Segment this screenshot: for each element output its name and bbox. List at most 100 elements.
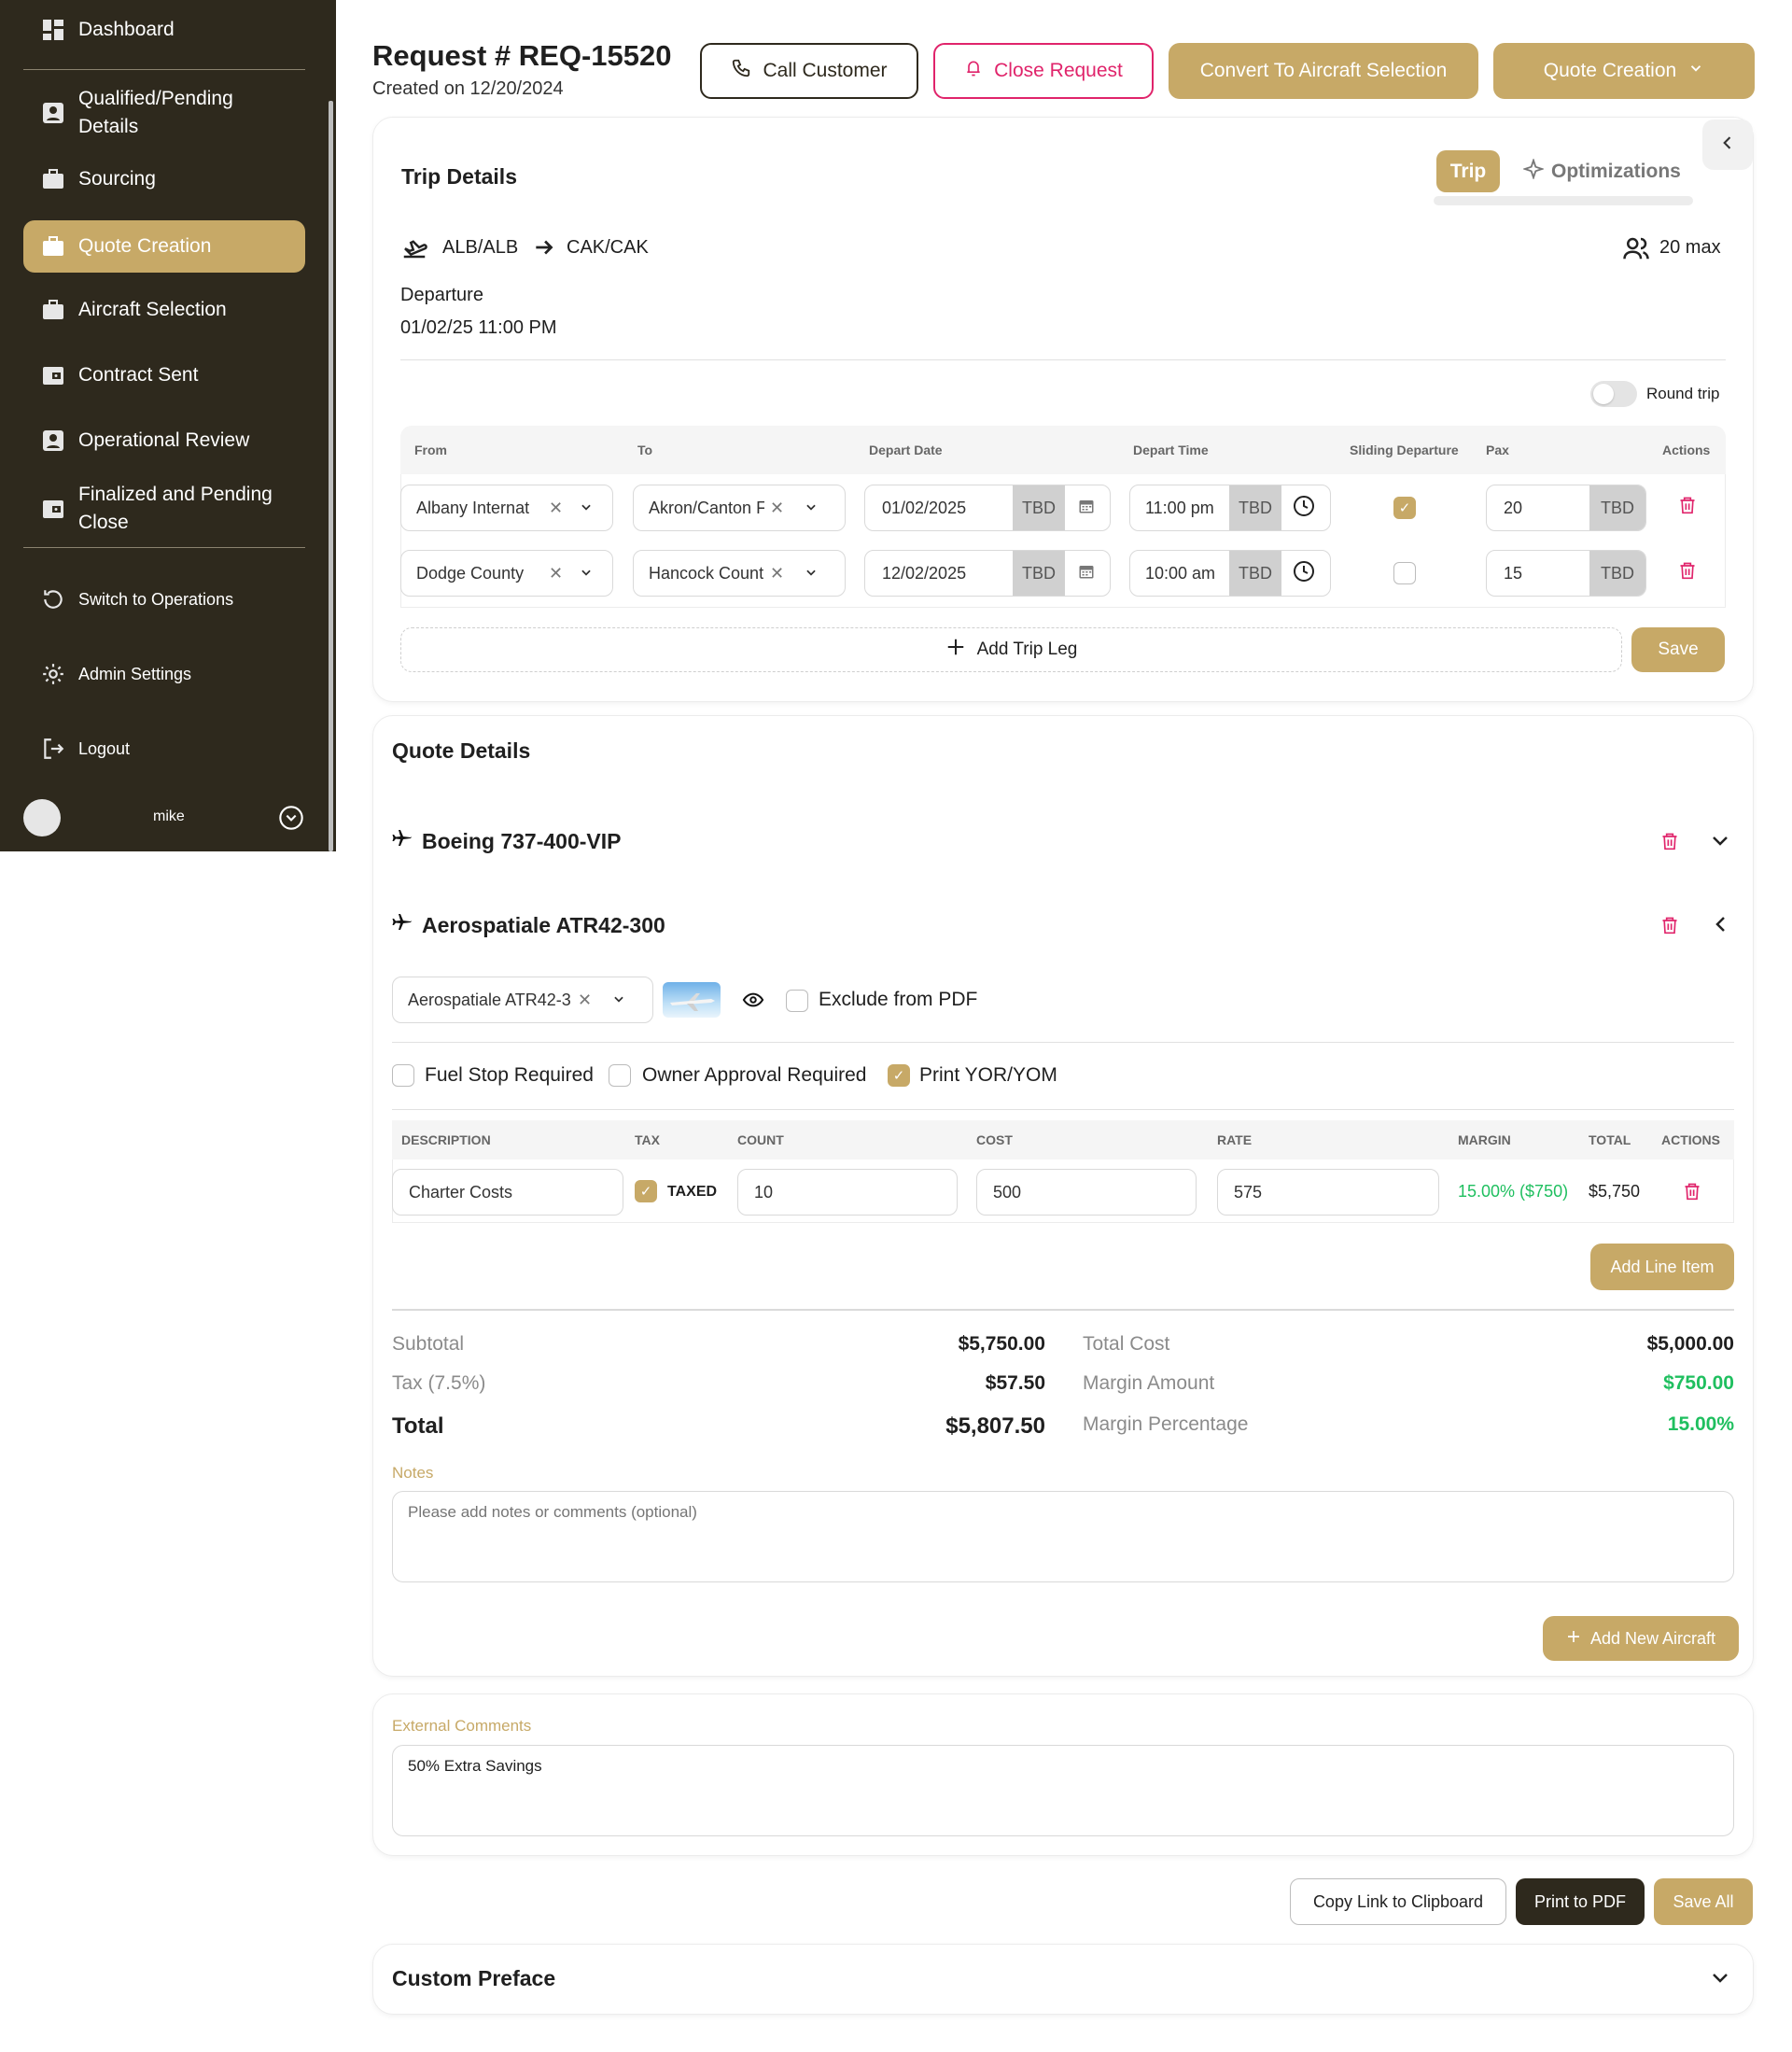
notes-textarea[interactable] (392, 1491, 1734, 1582)
aircraft-title[interactable]: Boeing 737-400-VIP (422, 829, 621, 854)
aircraft-select[interactable]: Aerospatiale ATR42-3 ✕ (392, 977, 653, 1023)
avatar[interactable] (23, 799, 61, 836)
logout-icon (41, 737, 65, 761)
sidebar-item-finalized[interactable]: Finalized and Pending Close (23, 480, 305, 538)
round-trip-label: Round trip (1646, 385, 1720, 402)
fuel-stop-checkbox[interactable] (392, 1064, 414, 1087)
tbd-button[interactable]: TBD (1589, 551, 1645, 596)
column-header: RATE (1217, 1132, 1253, 1147)
leg-pax-input[interactable]: 20 TBD (1486, 485, 1646, 531)
clock-icon[interactable] (1293, 495, 1315, 522)
switch-operations-button[interactable]: Switch to Operations (23, 583, 305, 616)
tbd-button[interactable]: TBD (1229, 551, 1281, 596)
chevron-down-icon[interactable] (1709, 829, 1731, 856)
add-trip-leg-button[interactable]: Add Trip Leg (400, 627, 1622, 672)
round-trip-toggle[interactable] (1590, 381, 1637, 407)
external-comments-textarea[interactable]: 50% Extra Savings (392, 1745, 1734, 1836)
leg-date-input[interactable]: 12/02/2025 TBD (864, 550, 1111, 597)
refresh-icon (41, 587, 65, 611)
leg-to-select[interactable]: Hancock Count ✕ (633, 550, 846, 597)
exclude-pdf-checkbox[interactable] (786, 990, 808, 1012)
total-cost-label: Total Cost (1083, 1333, 1170, 1355)
chevron-down-icon (1687, 60, 1704, 82)
close-request-button[interactable]: Close Request (933, 43, 1154, 99)
clear-icon[interactable]: ✕ (549, 499, 563, 518)
convert-aircraft-selection-button[interactable]: Convert To Aircraft Selection (1169, 43, 1478, 99)
save-all-button[interactable]: Save All (1654, 1878, 1753, 1925)
chevron-left-icon[interactable] (1710, 913, 1732, 940)
column-header: DESCRIPTION (401, 1132, 491, 1147)
margin-amount-value: $750.00 (1663, 1372, 1734, 1394)
tab-trip[interactable]: Trip (1436, 150, 1500, 192)
aircraft-thumbnail[interactable] (663, 982, 721, 1018)
plane-icon (391, 911, 413, 938)
collapse-button[interactable] (1702, 119, 1753, 170)
chevron-down-icon (580, 499, 593, 518)
leg-from-select[interactable]: Albany Internat ✕ (400, 485, 613, 531)
line-cost-input[interactable]: 500 (976, 1169, 1197, 1216)
chevron-left-icon (1718, 134, 1737, 157)
sidebar-scrollbar[interactable] (329, 101, 333, 851)
trip-details-title: Trip Details (401, 164, 517, 189)
chevron-down-icon[interactable] (1709, 1966, 1731, 1993)
line-count-input[interactable]: 10 (737, 1169, 958, 1216)
sidebar-item-qualified[interactable]: Qualified/Pending Details (23, 84, 305, 142)
leg-date-input[interactable]: 01/02/2025 TBD (864, 485, 1111, 531)
call-customer-button[interactable]: Call Customer (700, 43, 918, 99)
admin-settings-button[interactable]: Admin Settings (23, 657, 305, 691)
sidebar-item-contract-sent[interactable]: Contract Sent (23, 358, 305, 392)
briefcase-icon (41, 234, 65, 259)
trash-icon[interactable] (1660, 915, 1679, 941)
eye-icon[interactable] (741, 990, 765, 1015)
leg-pax-input[interactable]: 15 TBD (1486, 550, 1646, 597)
leg-time-input[interactable]: 10:00 am TBD (1129, 550, 1331, 597)
aircraft-title[interactable]: Aerospatiale ATR42-300 (422, 913, 665, 938)
trash-icon[interactable] (1683, 1181, 1701, 1207)
sliding-departure-checkbox[interactable] (1393, 562, 1416, 584)
line-total: $5,750 (1589, 1182, 1641, 1201)
sidebar-item-dashboard[interactable]: Dashboard (23, 13, 305, 47)
logout-button[interactable]: Logout (23, 732, 305, 766)
sliding-departure-checkbox[interactable]: ✓ (1393, 497, 1416, 519)
clock-icon[interactable] (1293, 560, 1315, 587)
sidebar-item-operational-review[interactable]: Operational Review (23, 424, 305, 457)
save-trip-button[interactable]: Save (1631, 627, 1725, 672)
leg-time-input[interactable]: 11:00 pm TBD (1129, 485, 1331, 531)
copy-link-button[interactable]: Copy Link to Clipboard (1290, 1878, 1506, 1925)
sidebar-item-aircraft-selection[interactable]: Aircraft Selection (23, 293, 305, 327)
print-pdf-button[interactable]: Print to PDF (1516, 1878, 1645, 1925)
tbd-button[interactable]: TBD (1013, 485, 1065, 530)
add-line-item-button[interactable]: Add Line Item (1590, 1244, 1734, 1290)
owner-approval-checkbox[interactable] (609, 1064, 631, 1087)
line-description-input[interactable]: Charter Costs (392, 1169, 623, 1216)
sidebar-item-sourcing[interactable]: Sourcing (23, 162, 305, 196)
tab-optimizations[interactable]: Optimizations (1521, 157, 1681, 185)
calendar-icon[interactable] (1078, 498, 1095, 519)
sidebar-item-quote-creation[interactable]: Quote Creation (23, 220, 305, 273)
leg-to-select[interactable]: Akron/Canton F ✕ (633, 485, 846, 531)
stage-dropdown[interactable]: Quote Creation (1493, 43, 1755, 99)
line-rate-input[interactable]: 575 (1217, 1169, 1439, 1216)
clear-icon[interactable]: ✕ (549, 564, 563, 583)
chevron-down-icon (805, 564, 818, 583)
clear-icon[interactable]: ✕ (578, 991, 592, 1010)
clear-icon[interactable]: ✕ (770, 499, 784, 518)
leg-from-select[interactable]: Dodge County ✕ (400, 550, 613, 597)
print-yor-checkbox[interactable]: ✓ (888, 1064, 910, 1087)
trash-icon[interactable] (1660, 831, 1679, 857)
custom-preface-card[interactable] (372, 1944, 1754, 2015)
column-header: Pax (1486, 443, 1509, 457)
trash-icon[interactable] (1678, 560, 1697, 586)
tbd-button[interactable]: TBD (1589, 485, 1645, 530)
taxed-checkbox[interactable]: ✓ (635, 1180, 657, 1202)
clear-icon[interactable]: ✕ (770, 564, 784, 583)
tbd-button[interactable]: TBD (1013, 551, 1065, 596)
column-header: Depart Time (1133, 443, 1209, 457)
chevron-down-icon[interactable] (278, 805, 304, 836)
page-title: Request # REQ-15520 (372, 39, 672, 72)
tbd-button[interactable]: TBD (1229, 485, 1281, 530)
add-new-aircraft-button[interactable]: Add New Aircraft (1543, 1616, 1739, 1661)
column-header: COST (976, 1132, 1013, 1147)
calendar-icon[interactable] (1078, 563, 1095, 584)
trash-icon[interactable] (1678, 495, 1697, 521)
